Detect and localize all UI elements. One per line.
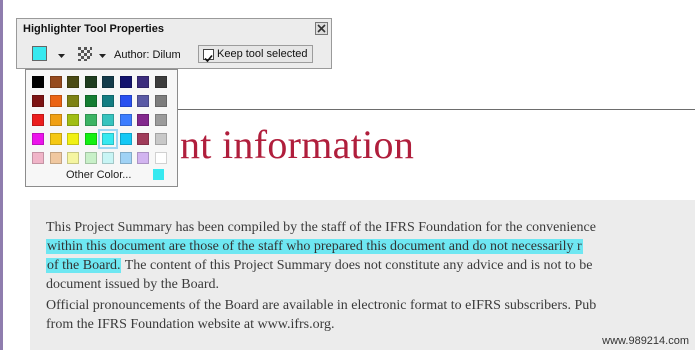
color-swatch[interactable]: [67, 95, 79, 107]
color-swatch[interactable]: [119, 133, 132, 145]
chevron-down-icon[interactable]: [99, 54, 106, 58]
section-heading: nt information: [180, 122, 415, 167]
color-swatch[interactable]: [32, 152, 44, 164]
color-swatch[interactable]: [84, 95, 97, 107]
highlighted-text[interactable]: within this document are those of the st…: [46, 239, 583, 254]
color-swatch[interactable]: [84, 133, 97, 145]
keep-tool-selected-checkbox[interactable]: Keep tool selected: [198, 45, 313, 63]
header-divider: [176, 109, 695, 110]
color-swatch[interactable]: [137, 152, 149, 164]
color-swatch[interactable]: [32, 114, 44, 126]
color-swatch[interactable]: [154, 114, 167, 126]
color-swatch[interactable]: [49, 133, 62, 145]
color-swatch[interactable]: [137, 95, 149, 107]
color-swatch[interactable]: [154, 152, 167, 164]
color-picker-button[interactable]: [32, 46, 47, 61]
toolbar-title: Highlighter Tool Properties: [23, 23, 164, 35]
paragraph-line: Official pronouncements of the Board are…: [46, 298, 597, 313]
color-swatch[interactable]: [102, 95, 114, 107]
color-swatch[interactable]: [84, 152, 97, 164]
color-swatch[interactable]: [154, 95, 167, 107]
color-swatch[interactable]: [102, 152, 114, 164]
watermark: www.989214.com: [602, 335, 689, 347]
color-swatch[interactable]: [119, 76, 132, 88]
highlighter-properties-toolbar: Highlighter Tool Properties Author: Dilu…: [16, 18, 332, 69]
color-swatch[interactable]: [137, 114, 149, 126]
highlighted-text[interactable]: of the Board.: [46, 258, 122, 273]
color-swatch[interactable]: [32, 76, 44, 88]
color-swatch[interactable]: [119, 95, 132, 107]
color-grid: [32, 76, 172, 166]
summary-paragraph: This Project Summary has been compiled b…: [46, 218, 695, 294]
color-swatch[interactable]: [98, 129, 118, 149]
color-swatch[interactable]: [154, 76, 167, 88]
color-palette-dropdown: Other Color...: [25, 69, 178, 187]
color-swatch[interactable]: [102, 114, 114, 126]
keep-tool-label: Keep tool selected: [217, 48, 308, 60]
close-icon[interactable]: [315, 22, 328, 35]
paragraph-line: This Project Summary has been compiled b…: [46, 220, 596, 235]
color-swatch[interactable]: [84, 76, 97, 88]
other-color-option[interactable]: Other Color...: [66, 168, 131, 182]
color-swatch[interactable]: [67, 114, 79, 126]
checkbox-box[interactable]: [203, 49, 214, 63]
checkmark-icon: [204, 54, 213, 63]
paragraph-line: within this document are those of the st…: [46, 237, 695, 256]
color-swatch[interactable]: [102, 76, 114, 88]
color-swatch[interactable]: [67, 76, 79, 88]
color-swatch[interactable]: [49, 152, 62, 164]
paragraph-line: document issued by the Board.: [46, 277, 220, 292]
pronouncements-paragraph: Official pronouncements of the Board are…: [46, 296, 695, 334]
paragraph-line: from the IFRS Foundation website at www.…: [46, 317, 335, 332]
color-swatch[interactable]: [84, 114, 97, 126]
color-swatch[interactable]: [67, 133, 79, 145]
color-swatch[interactable]: [32, 95, 44, 107]
color-swatch[interactable]: [119, 152, 132, 164]
author-label: Author: Dilum: [114, 49, 181, 61]
other-color-swatch[interactable]: [153, 169, 164, 180]
opacity-icon[interactable]: [77, 46, 93, 62]
color-swatch[interactable]: [119, 114, 132, 126]
color-swatch[interactable]: [49, 76, 62, 88]
paragraph-line: of the Board. The content of this Projec…: [46, 258, 593, 273]
color-swatch[interactable]: [137, 133, 149, 145]
color-swatch[interactable]: [49, 95, 62, 107]
color-swatch[interactable]: [32, 133, 44, 145]
color-swatch[interactable]: [67, 152, 79, 164]
color-swatch[interactable]: [49, 114, 62, 126]
color-swatch[interactable]: [137, 76, 149, 88]
color-swatch[interactable]: [154, 133, 167, 145]
chevron-down-icon[interactable]: [58, 54, 65, 58]
